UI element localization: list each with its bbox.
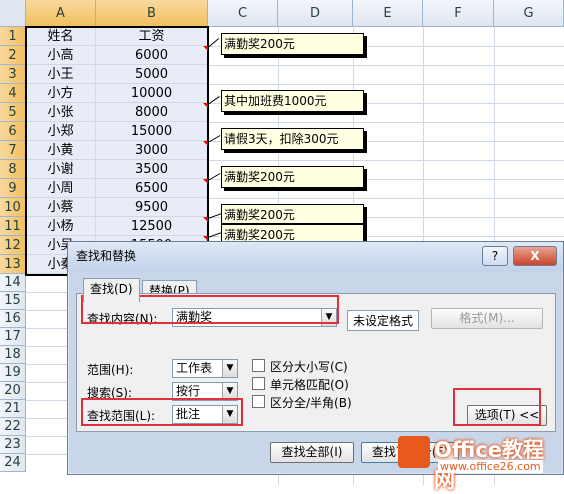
- row-header[interactable]: 1: [0, 27, 26, 46]
- row-header[interactable]: 7: [0, 141, 26, 160]
- row-header[interactable]: 14: [0, 274, 26, 292]
- row-header[interactable]: 18: [0, 346, 26, 364]
- row-header[interactable]: 15: [0, 292, 26, 310]
- row-header[interactable]: 21: [0, 400, 26, 418]
- cell-b2[interactable]: 6000: [96, 46, 208, 65]
- cell-a3[interactable]: 小王: [26, 65, 96, 84]
- match-width-label: 区分全/半角(B): [270, 396, 352, 410]
- close-button[interactable]: X: [513, 246, 557, 266]
- comment-box[interactable]: 请假3天，扣除300元: [221, 128, 364, 150]
- match-width-checkbox[interactable]: [252, 395, 265, 408]
- cell-a11[interactable]: 小杨: [26, 217, 96, 236]
- column-header-a[interactable]: A: [26, 0, 96, 27]
- scope-label: 范围(H):: [87, 363, 134, 377]
- scope-select[interactable]: 工作表 ▼: [172, 359, 238, 378]
- cell-b1[interactable]: 工资: [96, 27, 208, 46]
- look-in-select[interactable]: 批注 ▼: [172, 405, 238, 424]
- row-header[interactable]: 11: [0, 217, 26, 236]
- comment-box[interactable]: 满勤奖200元: [221, 204, 364, 224]
- chevron-down-icon[interactable]: ▼: [222, 383, 237, 400]
- column-header-e[interactable]: E: [353, 0, 423, 27]
- cell-b4[interactable]: 10000: [96, 84, 208, 103]
- column-header-f[interactable]: F: [423, 0, 494, 27]
- cell-a7[interactable]: 小黄: [26, 141, 96, 160]
- format-status: 未设定格式: [347, 310, 420, 331]
- options-button[interactable]: 选项(T) <<: [467, 405, 547, 426]
- comment-box[interactable]: 其中加班费1000元: [221, 90, 364, 112]
- comment-box[interactable]: 满勤奖200元: [221, 33, 364, 55]
- find-what-label: 查找内容(N):: [87, 312, 158, 326]
- cell-a5[interactable]: 小张: [26, 103, 96, 122]
- chevron-down-icon[interactable]: ▼: [321, 309, 336, 326]
- row-header[interactable]: 12: [0, 236, 26, 255]
- row-header[interactable]: 22: [0, 418, 26, 436]
- cell-b6[interactable]: 15000: [96, 122, 208, 141]
- dialog-title: 查找和替换: [76, 249, 137, 263]
- look-in-value: 批注: [176, 407, 201, 421]
- cell-b10[interactable]: 9500: [96, 198, 208, 217]
- match-cell-checkbox[interactable]: [252, 377, 265, 390]
- format-button-label: 格式(M)...: [459, 311, 515, 325]
- cell-b5[interactable]: 8000: [96, 103, 208, 122]
- watermark-url: www.office26.com: [438, 460, 543, 473]
- search-label: 搜索(S):: [87, 386, 133, 400]
- cell-b11[interactable]: 12500: [96, 217, 208, 236]
- row-header[interactable]: 16: [0, 310, 26, 328]
- match-case-checkbox[interactable]: [252, 359, 265, 372]
- column-header-d[interactable]: D: [278, 0, 353, 27]
- column-header-c[interactable]: C: [208, 0, 278, 27]
- help-button[interactable]: ?: [482, 246, 508, 266]
- row-header[interactable]: 19: [0, 364, 26, 382]
- scope-value: 工作表: [176, 361, 213, 375]
- tab-find[interactable]: 查找(D): [83, 278, 140, 302]
- row-header[interactable]: 9: [0, 179, 26, 198]
- row-header[interactable]: 3: [0, 65, 26, 84]
- cell-b9[interactable]: 6500: [96, 179, 208, 198]
- find-all-button[interactable]: 查找全部(I): [270, 442, 354, 463]
- look-in-label: 查找范围(L):: [87, 409, 156, 423]
- office-logo-icon: [398, 436, 430, 468]
- chevron-down-icon[interactable]: ▼: [222, 360, 237, 377]
- cell-a6[interactable]: 小郑: [26, 122, 96, 141]
- row-header[interactable]: 6: [0, 122, 26, 141]
- cell-a4[interactable]: 小方: [26, 84, 96, 103]
- chevron-down-icon[interactable]: ▼: [222, 406, 237, 423]
- row-header[interactable]: 4: [0, 84, 26, 103]
- cell-b3[interactable]: 5000: [96, 65, 208, 84]
- cell-a10[interactable]: 小蔡: [26, 198, 96, 217]
- find-all-button-label: 查找全部(I): [281, 445, 343, 459]
- options-button-label: 选项(T) <<: [474, 408, 540, 422]
- row-header[interactable]: 8: [0, 160, 26, 179]
- cell-a9[interactable]: 小周: [26, 179, 96, 198]
- column-header-g[interactable]: G: [494, 0, 564, 27]
- cell-a8[interactable]: 小谢: [26, 160, 96, 179]
- find-what-value: 满勤奖: [176, 310, 213, 324]
- row-header[interactable]: 2: [0, 46, 26, 65]
- find-panel: 查找内容(N): 满勤奖 ▼ 未设定格式 格式(M)... 范围(H): 工作表…: [76, 293, 556, 432]
- cell-a1[interactable]: 姓名: [26, 27, 96, 46]
- find-what-input[interactable]: 满勤奖 ▼: [172, 308, 337, 327]
- watermark: Office教程网 www.office26.com: [398, 432, 564, 492]
- match-case-label: 区分大小写(C): [270, 360, 348, 374]
- column-header-b[interactable]: B: [96, 0, 208, 27]
- search-value: 按行: [176, 384, 201, 398]
- search-select[interactable]: 按行 ▼: [172, 382, 238, 401]
- row-header[interactable]: 5: [0, 103, 26, 122]
- row-header[interactable]: 20: [0, 382, 26, 400]
- row-header[interactable]: 10: [0, 198, 26, 217]
- row-header[interactable]: 24: [0, 454, 26, 472]
- cell-b7[interactable]: 3000: [96, 141, 208, 160]
- format-button[interactable]: 格式(M)...: [431, 308, 543, 329]
- match-cell-label: 单元格匹配(O): [270, 378, 349, 392]
- row-header[interactable]: 17: [0, 328, 26, 346]
- cell-b8[interactable]: 3500: [96, 160, 208, 179]
- select-all-corner[interactable]: [0, 0, 26, 27]
- row-header[interactable]: 13: [0, 255, 26, 274]
- row-header[interactable]: 23: [0, 436, 26, 454]
- comment-box[interactable]: 满勤奖200元: [221, 166, 364, 188]
- cell-a2[interactable]: 小高: [26, 46, 96, 65]
